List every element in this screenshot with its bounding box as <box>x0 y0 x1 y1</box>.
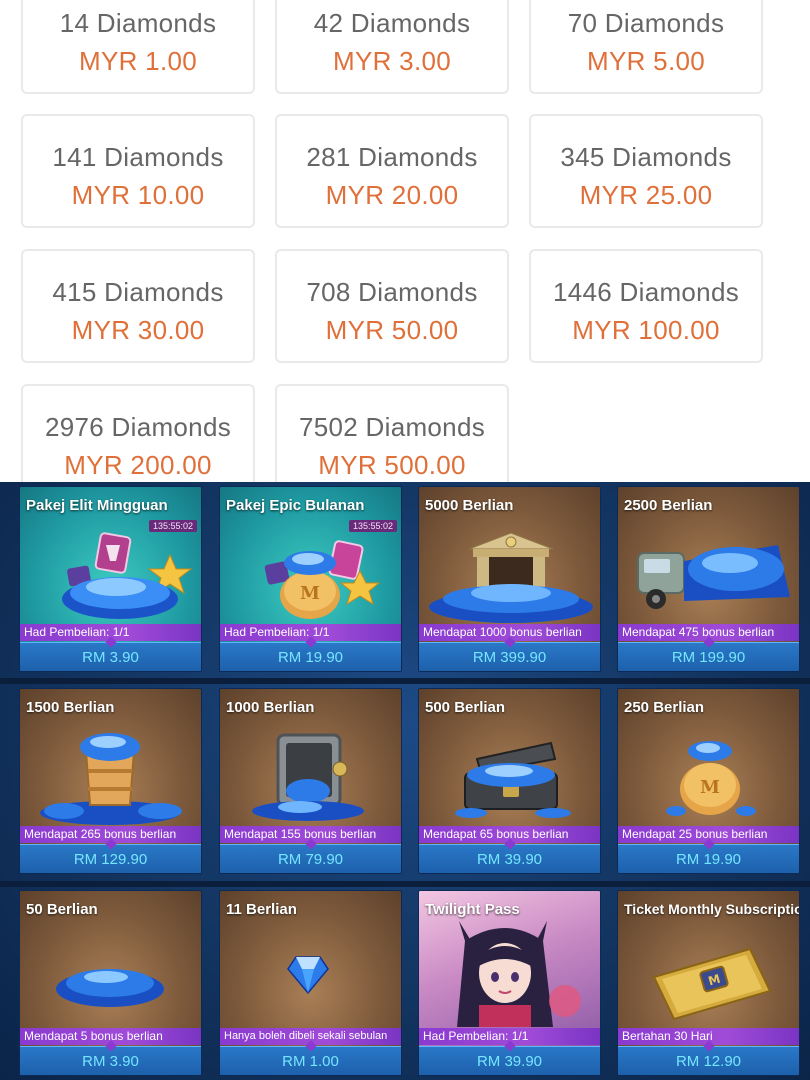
shop-item-1500[interactable]: 1500 Berlian Mendapat 265 bonus berlian … <box>19 688 202 874</box>
shop-item-title: 250 Berlian <box>624 699 705 716</box>
shop-item-price: RM 19.90 <box>277 649 344 666</box>
shop-item-price: RM 3.90 <box>82 649 139 666</box>
row-divider <box>0 881 810 887</box>
shop-item-price-button[interactable]: RM 19.90 <box>220 636 401 671</box>
bucket-diamonds-icon <box>20 729 201 825</box>
svg-text:M: M <box>700 777 720 798</box>
shop-item-title: 50 Berlian <box>26 901 98 918</box>
topup-item-price: MYR 500.00 <box>318 450 466 480</box>
shop-item-title: 500 Berlian <box>425 699 506 716</box>
topup-item-name: 1446 Diamonds <box>552 277 739 307</box>
in-game-shop: Pakej Elit Mingguan 135:55:02 Had Pembel… <box>0 482 810 1080</box>
shop-item-title: Ticket Monthly Subscription <box>624 901 800 917</box>
topup-item-415[interactable]: 415 Diamonds MYR 30.00 <box>21 249 255 363</box>
topup-item-name: 14 Diamonds <box>59 8 217 38</box>
ticket-icon: M <box>618 931 799 1027</box>
topup-item-14[interactable]: 14 Diamonds MYR 1.00 <box>21 0 255 94</box>
weekly-pack-icon <box>20 527 201 623</box>
topup-item-42[interactable]: 42 Diamonds MYR 3.00 <box>275 0 509 94</box>
shop-item-price: RM 79.90 <box>277 851 344 868</box>
shop-item-title: Pakej Elit Mingguan <box>26 497 168 514</box>
topup-item-name: 281 Diamonds <box>306 142 478 172</box>
monthly-pack-icon: M <box>220 527 401 623</box>
topup-item-name: 708 Diamonds <box>306 277 478 307</box>
topup-item-name: 42 Diamonds <box>313 8 471 38</box>
row-divider <box>0 678 810 684</box>
shop-item-price-button[interactable]: RM 39.90 <box>419 838 600 873</box>
chest-diamonds-icon <box>419 729 600 825</box>
safe-diamonds-icon <box>220 729 401 825</box>
topup-item-name: 345 Diamonds <box>560 142 732 172</box>
shop-item-2500[interactable]: 2500 Berlian Mendapat 475 bonus berlian … <box>617 486 800 672</box>
topup-item-2976[interactable]: 2976 Diamonds MYR 200.00 <box>21 384 255 482</box>
topup-item-name: 141 Diamonds <box>52 142 224 172</box>
shop-item-500[interactable]: 500 Berlian Mendapat 65 bonus berlian RM… <box>418 688 601 874</box>
shop-item-monthly-epic[interactable]: Pakej Epic Bulanan 135:55:02 M Had Pembe… <box>219 486 402 672</box>
shop-item-250[interactable]: 250 Berlian M Mendapat 25 bonus berlian … <box>617 688 800 874</box>
shop-item-weekly-elite[interactable]: Pakej Elit Mingguan 135:55:02 Had Pembel… <box>19 486 202 672</box>
topup-item-price: MYR 30.00 <box>71 315 205 345</box>
shop-item-price: RM 199.90 <box>671 649 746 666</box>
shop-item-title: 5000 Berlian <box>425 497 514 514</box>
shop-item-title: Pakej Epic Bulanan <box>226 497 365 514</box>
shop-item-price: RM 19.90 <box>675 851 742 868</box>
topup-item-141[interactable]: 141 Diamonds MYR 10.00 <box>21 114 255 228</box>
svg-text:M: M <box>300 583 320 604</box>
shop-item-price-button[interactable]: RM 3.90 <box>20 1040 201 1075</box>
topup-item-70[interactable]: 70 Diamonds MYR 5.00 <box>529 0 763 94</box>
topup-item-name: 415 Diamonds <box>52 277 224 307</box>
shop-item-price-button[interactable]: RM 129.90 <box>20 838 201 873</box>
shop-item-price-button[interactable]: RM 39.90 <box>419 1040 600 1075</box>
topup-item-price: MYR 25.00 <box>579 180 713 210</box>
bank-diamonds-icon <box>419 527 600 623</box>
topup-item-7502[interactable]: 7502 Diamonds MYR 500.00 <box>275 384 509 482</box>
twilight-pass-icon <box>419 921 600 1027</box>
topup-item-1446[interactable]: 1446 Diamonds MYR 100.00 <box>529 249 763 363</box>
topup-item-name: 2976 Diamonds <box>44 412 231 442</box>
shop-item-price-button[interactable]: RM 3.90 <box>20 636 201 671</box>
topup-item-price: MYR 5.00 <box>586 46 705 76</box>
shop-item-price: RM 12.90 <box>675 1053 742 1070</box>
shop-item-price: RM 3.90 <box>82 1053 139 1070</box>
shop-item-twilight-pass[interactable]: Twilight Pass Had Pembelian: 1/1 RM 39.9… <box>418 890 601 1076</box>
shop-item-price: RM 399.90 <box>472 649 547 666</box>
shop-item-price: RM 1.00 <box>282 1053 339 1070</box>
topup-item-name: 7502 Diamonds <box>298 412 485 442</box>
shop-item-title: 2500 Berlian <box>624 497 713 514</box>
shop-item-50[interactable]: 50 Berlian Mendapat 5 bonus berlian RM 3… <box>19 890 202 1076</box>
diamond-topup-list: 14 Diamonds MYR 1.00 42 Diamonds MYR 3.0… <box>0 0 810 482</box>
topup-item-345[interactable]: 345 Diamonds MYR 25.00 <box>529 114 763 228</box>
shop-item-price-button[interactable]: RM 199.90 <box>618 636 799 671</box>
topup-item-price: MYR 3.00 <box>332 46 451 76</box>
shop-item-price-button[interactable]: RM 1.00 <box>220 1040 401 1075</box>
topup-item-price: MYR 50.00 <box>325 315 459 345</box>
shop-item-title: 1500 Berlian <box>26 699 115 716</box>
shop-item-price: RM 39.90 <box>476 851 543 868</box>
bag-diamonds-icon: M <box>618 729 799 825</box>
shop-item-price-button[interactable]: RM 19.90 <box>618 838 799 873</box>
topup-item-price: MYR 1.00 <box>78 46 197 76</box>
single-diamond-icon <box>220 931 401 1027</box>
topup-item-name: 70 Diamonds <box>567 8 725 38</box>
shop-item-price-button[interactable]: RM 79.90 <box>220 838 401 873</box>
truck-diamonds-icon <box>618 527 799 623</box>
shop-item-monthly-ticket[interactable]: Ticket Monthly Subscription M Bertahan 3… <box>617 890 800 1076</box>
shop-item-price-button[interactable]: RM 399.90 <box>419 636 600 671</box>
shop-item-1000[interactable]: 1000 Berlian Mendapat 155 bonus berlian … <box>219 688 402 874</box>
topup-item-708[interactable]: 708 Diamonds MYR 50.00 <box>275 249 509 363</box>
topup-item-281[interactable]: 281 Diamonds MYR 20.00 <box>275 114 509 228</box>
shop-item-title: 11 Berlian <box>226 901 297 918</box>
topup-item-price: MYR 20.00 <box>325 180 459 210</box>
topup-item-price: MYR 100.00 <box>572 315 720 345</box>
shop-item-title: 1000 Berlian <box>226 699 315 716</box>
shop-item-11[interactable]: 11 Berlian Hanya boleh dibeli sekali seb… <box>219 890 402 1076</box>
shop-item-price: RM 39.90 <box>476 1053 543 1070</box>
shop-item-5000[interactable]: 5000 Berlian Mendapat 1000 bonus berlian… <box>418 486 601 672</box>
topup-item-price: MYR 200.00 <box>64 450 212 480</box>
shop-item-price-button[interactable]: RM 12.90 <box>618 1040 799 1075</box>
diamond-pile-icon <box>20 931 201 1027</box>
shop-item-price: RM 129.90 <box>73 851 148 868</box>
shop-item-title: Twilight Pass <box>425 901 520 918</box>
topup-item-price: MYR 10.00 <box>71 180 205 210</box>
